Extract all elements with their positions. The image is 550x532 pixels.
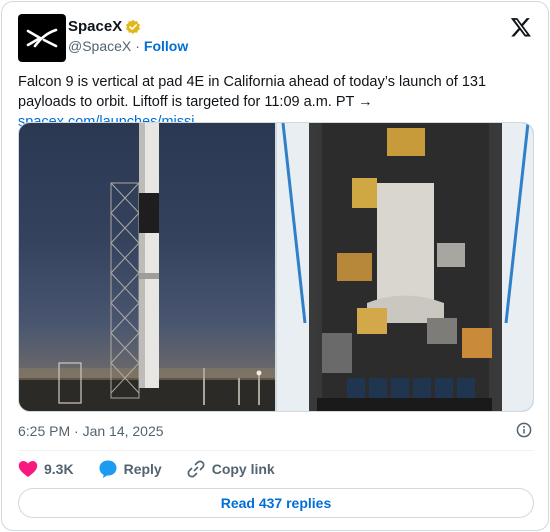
copy-link-label: Copy link [211, 461, 275, 477]
like-count: 9.3K [44, 461, 74, 477]
copy-link-button[interactable]: Copy link [186, 459, 275, 479]
verified-badge-icon [126, 19, 141, 34]
read-replies-button[interactable]: Read 437 replies [18, 488, 534, 518]
handle-row: @SpaceX · Follow [68, 38, 188, 54]
spacex-logo-icon [26, 28, 58, 48]
media-grid[interactable] [18, 122, 534, 412]
follow-button[interactable]: Follow [144, 38, 188, 54]
read-replies-label: Read 437 replies [220, 495, 332, 511]
divider [18, 450, 534, 451]
author-display-name[interactable]: SpaceX [68, 18, 122, 35]
tweet-card: SpaceX @SpaceX · Follow Falcon 9 is vert… [1, 1, 549, 531]
timestamp-row: 6:25 PM · Jan 14, 2025 [18, 421, 534, 441]
reply-label: Reply [123, 461, 162, 477]
info-icon[interactable] [516, 422, 532, 438]
reply-bubble-icon [99, 460, 117, 478]
avatar[interactable] [18, 14, 66, 62]
tweet-timestamp[interactable]: 6:25 PM · Jan 14, 2025 [18, 423, 164, 439]
falcon-9-illustration [19, 123, 275, 411]
link-icon [187, 460, 205, 478]
reply-button[interactable]: Reply [98, 459, 162, 479]
author-handle[interactable]: @SpaceX [68, 38, 131, 54]
photo-falcon-9-on-pad[interactable] [19, 123, 275, 411]
like-button[interactable]: 9.3K [18, 460, 74, 478]
name-row: SpaceX [68, 18, 141, 35]
tweet-body: Falcon 9 is vertical at pad 4E in Califo… [18, 74, 487, 110]
photo-payload-stack[interactable] [277, 123, 533, 411]
tweet-header: SpaceX @SpaceX · Follow [18, 14, 532, 62]
action-bar: 9.3K Reply Copy link [18, 458, 299, 480]
x-logo-icon[interactable] [510, 16, 532, 38]
separator-dot: · [135, 38, 140, 54]
heart-icon [18, 461, 38, 477]
payload-stack-illustration [277, 123, 533, 411]
